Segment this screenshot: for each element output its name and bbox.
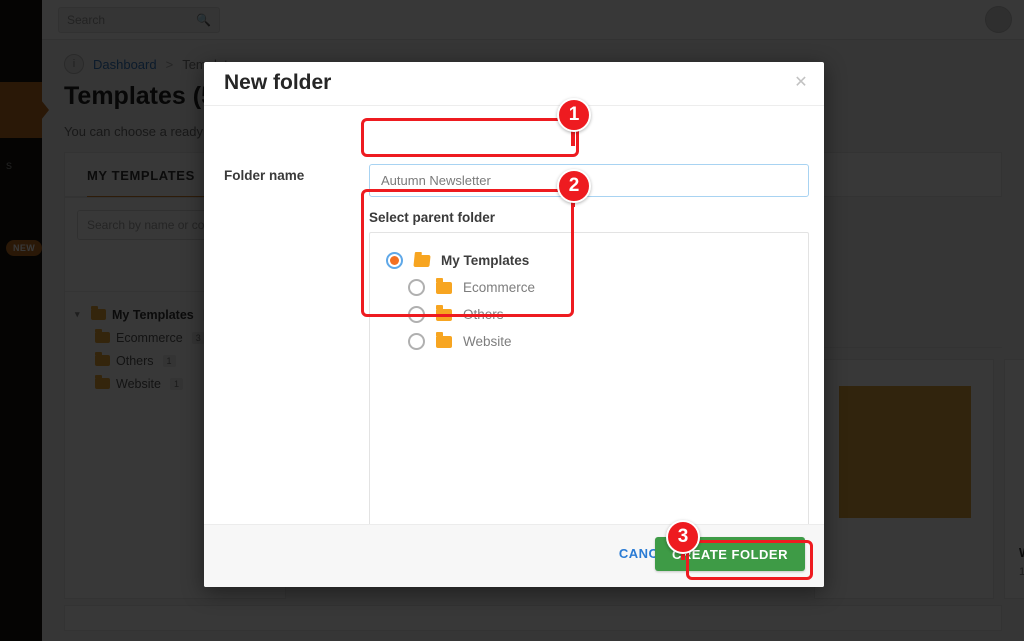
folder-name-input[interactable] (369, 164, 809, 197)
radio-button[interactable] (408, 279, 425, 296)
parent-option-label: Website (463, 334, 512, 349)
radio-button[interactable] (408, 306, 425, 323)
dialog-body: Folder name Select parent folder My Temp… (204, 106, 824, 560)
radio-button-selected[interactable] (386, 252, 403, 269)
parent-option-label: Others (463, 307, 504, 322)
create-folder-button[interactable]: CREATE FOLDER (654, 537, 805, 571)
parent-option-website[interactable]: Website (370, 328, 808, 355)
dialog-title: New folder (224, 71, 332, 94)
dialog-header: New folder ✕ (204, 62, 824, 106)
parent-option-label: Ecommerce (463, 280, 536, 295)
folder-icon (436, 332, 452, 348)
folder-icon (436, 305, 452, 321)
parent-option-others[interactable]: Others (370, 301, 808, 328)
screen: i Dashboard > Templates Templates (5) Yo… (0, 0, 1024, 641)
close-icon[interactable]: ✕ (792, 74, 810, 92)
radio-button[interactable] (408, 333, 425, 350)
folder-open-icon (413, 254, 431, 267)
parent-option-my-templates[interactable]: My Templates (370, 247, 808, 274)
select-parent-folder-label: Select parent folder (369, 210, 496, 225)
folder-name-label: Folder name (224, 168, 305, 183)
parent-folder-tree: My Templates Ecommerce Others Website (369, 232, 809, 560)
parent-option-label: My Templates (441, 253, 530, 268)
parent-option-ecommerce[interactable]: Ecommerce (370, 274, 808, 301)
new-folder-dialog: New folder ✕ Folder name Select parent f… (204, 62, 824, 587)
dialog-footer: CANCEL CREATE FOLDER (204, 524, 824, 587)
folder-icon (436, 278, 452, 294)
